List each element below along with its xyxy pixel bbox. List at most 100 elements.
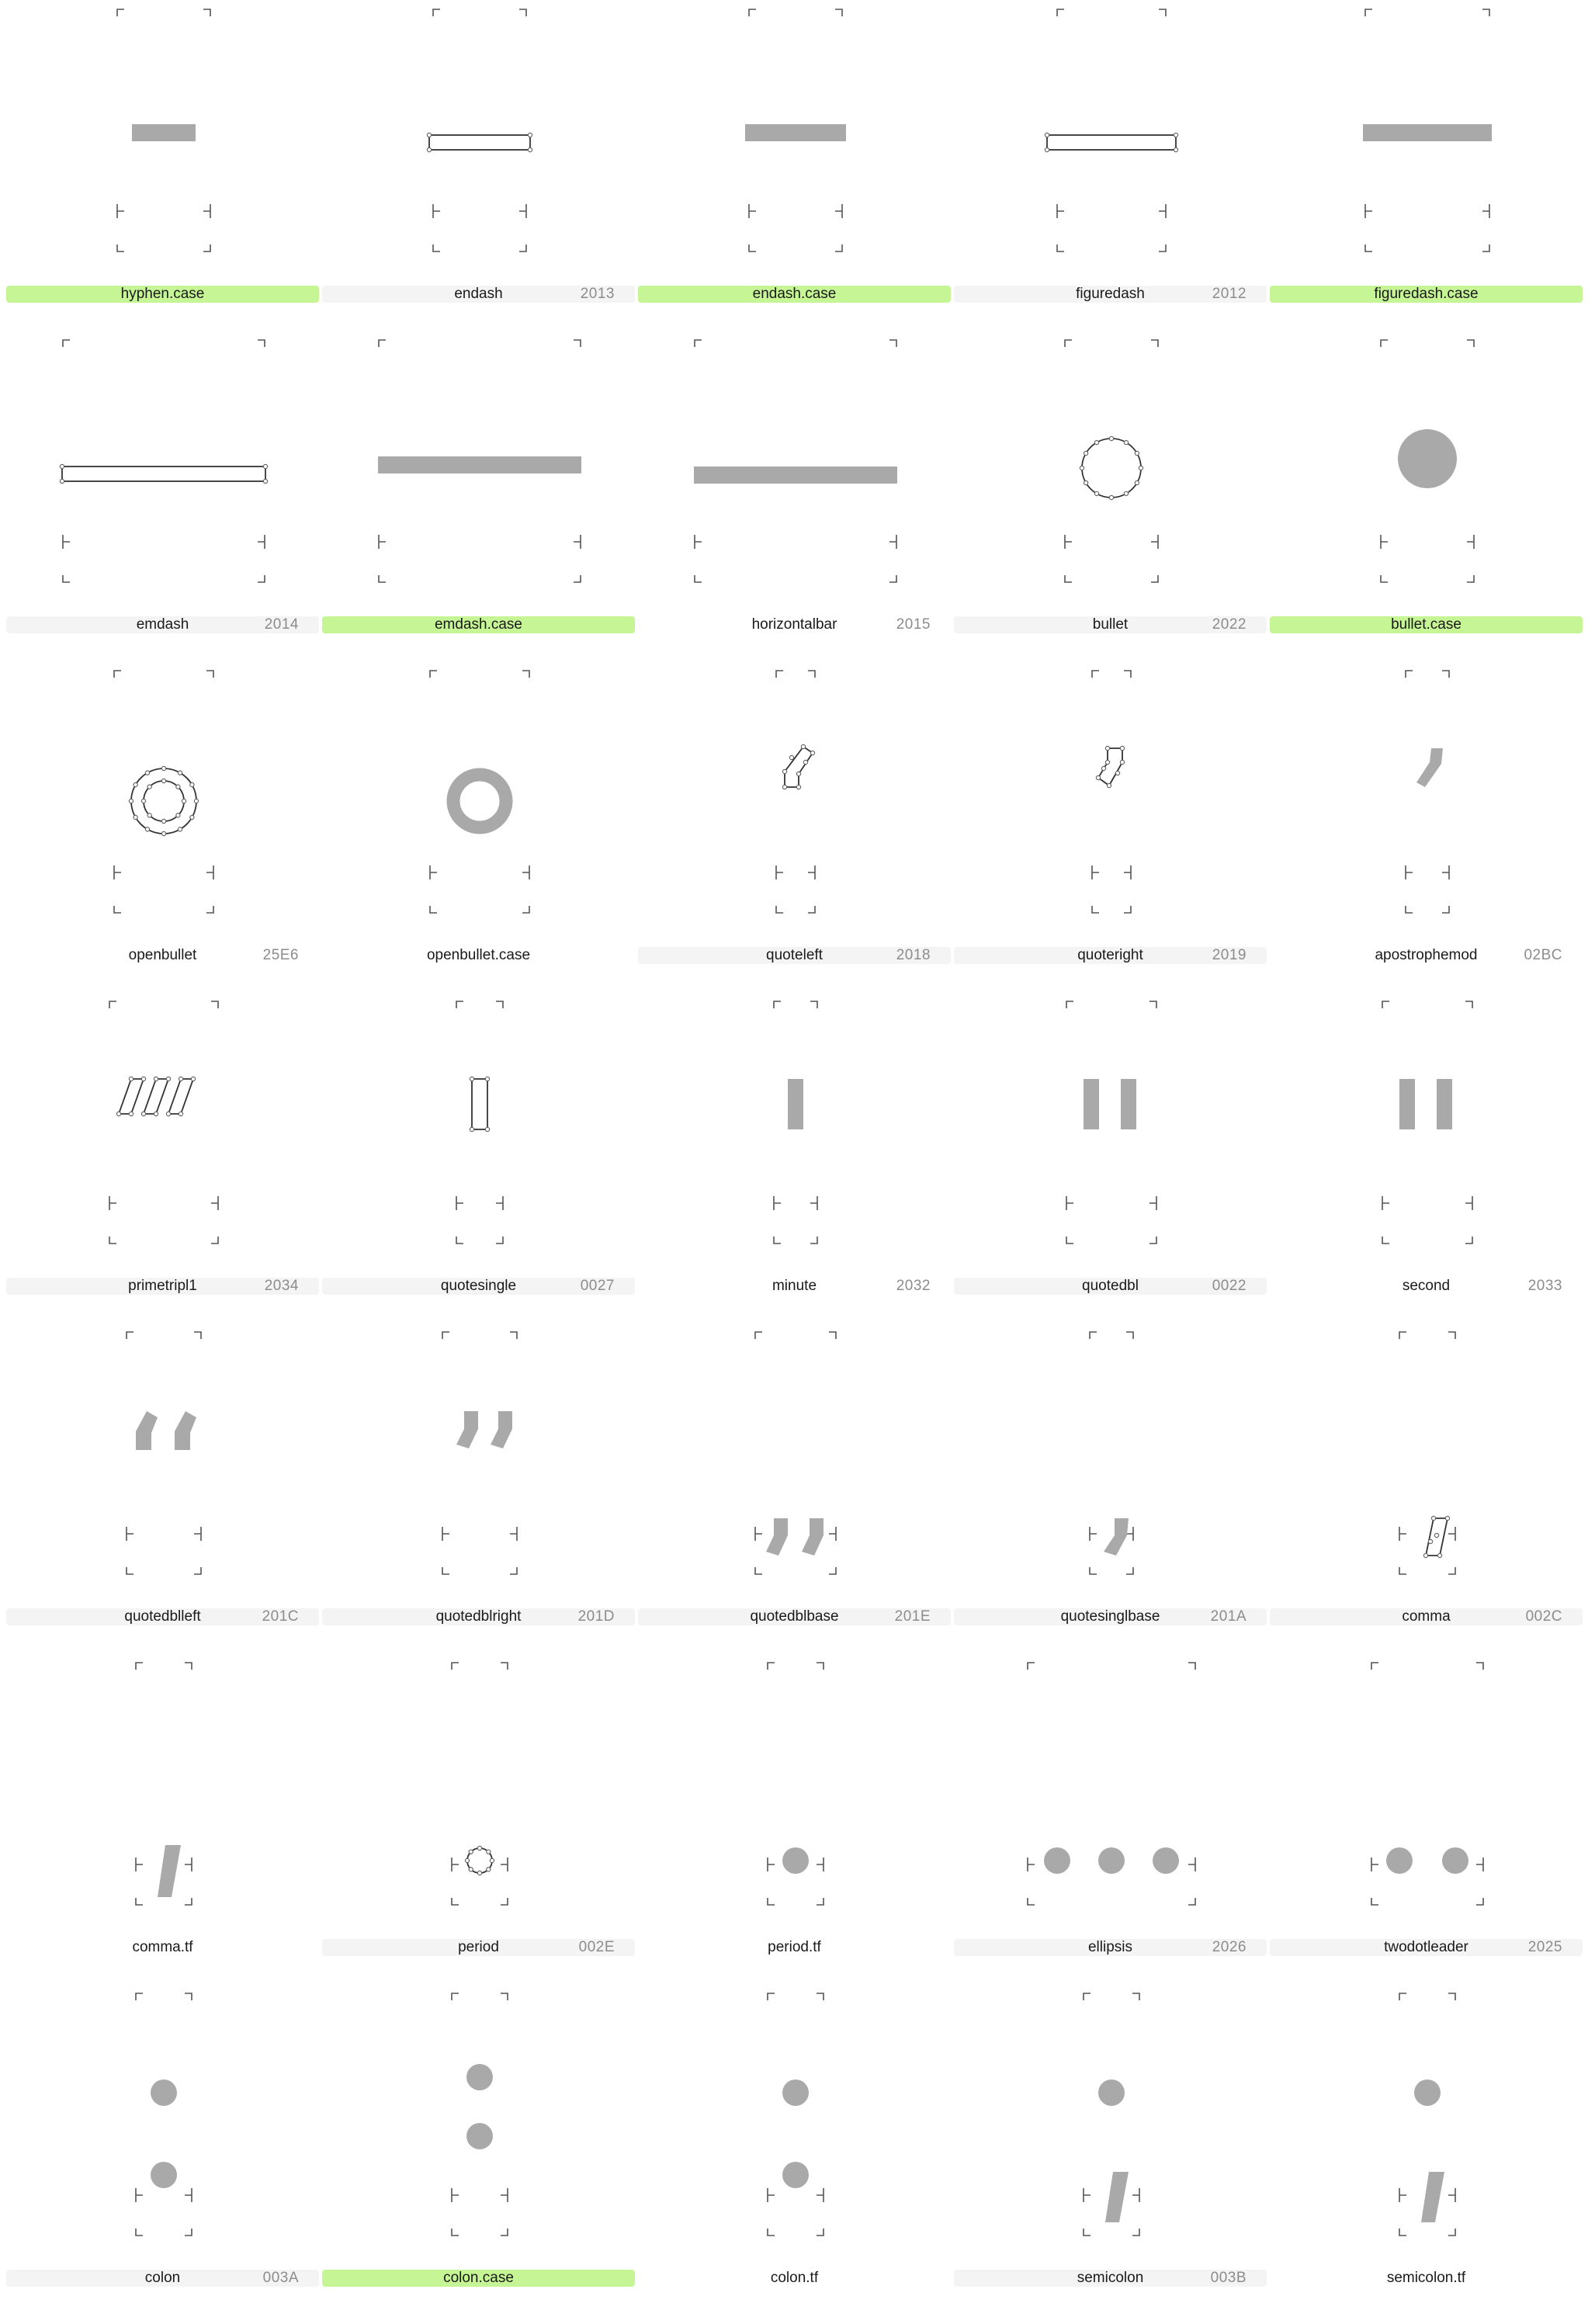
glyph-label-bar[interactable]: semicolon 003B (954, 2270, 1267, 2287)
glyph-label-bar[interactable]: twodotleader 2025 (1270, 1939, 1583, 1956)
glyph-label-bar[interactable]: quotedblleft 201C (6, 1608, 319, 1625)
glyph-label-bar[interactable]: bullet.case (1270, 616, 1583, 633)
glyph-label-bar[interactable]: second 2033 (1270, 1278, 1583, 1295)
glyph-cell[interactable]: apostrophemod 02BC (1270, 670, 1586, 1001)
glyph-label-bar[interactable]: quotesinglbase 201A (954, 1608, 1267, 1625)
glyph-preview[interactable] (6, 1001, 322, 1302)
glyph-preview[interactable] (1270, 1001, 1586, 1302)
glyph-label-bar[interactable]: period 002E (322, 1939, 635, 1956)
glyph-preview[interactable] (954, 1331, 1270, 1633)
glyph-preview[interactable] (954, 1993, 1270, 2295)
glyph-cell[interactable]: quotedblleft 201C (6, 1331, 322, 1663)
glyph-label-bar[interactable]: endash.case (638, 286, 951, 303)
glyph-preview[interactable] (1270, 9, 1586, 310)
glyph-preview[interactable] (1270, 1993, 1586, 2295)
glyph-preview[interactable] (954, 670, 1270, 972)
glyph-preview[interactable] (6, 1662, 322, 1964)
glyph-cell[interactable]: bullet 2022 (954, 339, 1270, 671)
glyph-preview[interactable] (638, 1001, 954, 1302)
glyph-label-bar[interactable]: openbullet.case (322, 947, 635, 964)
glyph-preview[interactable] (322, 1662, 638, 1964)
glyph-label-bar[interactable]: hyphen.case (6, 286, 319, 303)
glyph-cell[interactable]: openbullet.case (322, 670, 638, 1001)
glyph-cell[interactable]: period.tf (638, 1662, 954, 1993)
glyph-cell[interactable]: quoteleft 2018 (638, 670, 954, 1001)
glyph-preview[interactable] (638, 9, 954, 310)
glyph-label-bar[interactable]: primetripl1 2034 (6, 1278, 319, 1295)
glyph-preview[interactable] (6, 9, 322, 310)
glyph-cell[interactable]: openbullet 25E6 (6, 670, 322, 1001)
glyph-preview[interactable] (638, 1331, 954, 1633)
glyph-preview[interactable] (322, 1331, 638, 1633)
glyph-label-bar[interactable]: quotedbl 0022 (954, 1278, 1267, 1295)
glyph-label-bar[interactable]: ellipsis 2026 (954, 1939, 1267, 1956)
glyph-preview[interactable] (322, 1001, 638, 1302)
glyph-cell[interactable]: comma.tf (6, 1662, 322, 1993)
glyph-label-bar[interactable]: quoteleft 2018 (638, 947, 951, 964)
glyph-preview[interactable] (6, 1993, 322, 2295)
glyph-preview[interactable] (1270, 339, 1586, 641)
glyph-preview[interactable] (6, 670, 322, 972)
glyph-label-bar[interactable]: quotesingle 0027 (322, 1278, 635, 1295)
glyph-label-bar[interactable]: minute 2032 (638, 1278, 951, 1295)
glyph-label-bar[interactable]: emdash.case (322, 616, 635, 633)
glyph-preview[interactable] (954, 9, 1270, 310)
glyph-label-bar[interactable]: quotedblbase 201E (638, 1608, 951, 1625)
glyph-preview[interactable] (322, 339, 638, 641)
glyph-cell[interactable]: colon.tf (638, 1993, 954, 2324)
glyph-cell[interactable]: endash 2013 (322, 9, 638, 340)
glyph-cell[interactable]: semicolon 003B (954, 1993, 1270, 2324)
glyph-label-bar[interactable]: semicolon.tf (1270, 2270, 1583, 2287)
glyph-cell[interactable]: quotesinglbase 201A (954, 1331, 1270, 1663)
glyph-preview[interactable] (638, 670, 954, 972)
glyph-cell[interactable]: quotedblright 201D (322, 1331, 638, 1663)
glyph-cell[interactable]: quotedbl 0022 (954, 1001, 1270, 1332)
glyph-preview[interactable] (638, 1993, 954, 2295)
glyph-cell[interactable]: quotedblbase 201E (638, 1331, 954, 1663)
glyph-preview[interactable] (322, 1993, 638, 2295)
glyph-label-bar[interactable]: apostrophemod 02BC (1270, 947, 1583, 964)
glyph-preview[interactable] (1270, 1331, 1586, 1633)
glyph-preview[interactable] (322, 670, 638, 972)
glyph-preview[interactable] (6, 339, 322, 641)
glyph-cell[interactable]: endash.case (638, 9, 954, 340)
glyph-label-bar[interactable]: horizontalbar 2015 (638, 616, 951, 633)
glyph-cell[interactable]: quotesingle 0027 (322, 1001, 638, 1332)
glyph-label-bar[interactable]: comma 002C (1270, 1608, 1583, 1625)
glyph-cell[interactable]: hyphen.case (6, 9, 322, 340)
glyph-cell[interactable]: figuredash.case (1270, 9, 1586, 340)
glyph-preview[interactable] (954, 1001, 1270, 1302)
glyph-cell[interactable]: period 002E (322, 1662, 638, 1993)
glyph-cell[interactable]: colon.case (322, 1993, 638, 2324)
glyph-label-bar[interactable]: figuredash 2012 (954, 286, 1267, 303)
glyph-cell[interactable]: comma 002C (1270, 1331, 1586, 1663)
glyph-cell[interactable]: bullet.case (1270, 339, 1586, 671)
glyph-label-bar[interactable]: colon.tf (638, 2270, 951, 2287)
glyph-preview[interactable] (1270, 1662, 1586, 1964)
glyph-label-bar[interactable]: comma.tf (6, 1939, 319, 1956)
glyph-label-bar[interactable]: figuredash.case (1270, 286, 1583, 303)
glyph-preview[interactable] (6, 1331, 322, 1633)
glyph-preview[interactable] (638, 1662, 954, 1964)
glyph-cell[interactable]: semicolon.tf (1270, 1993, 1586, 2324)
glyph-cell[interactable]: minute 2032 (638, 1001, 954, 1332)
glyph-label-bar[interactable]: endash 2013 (322, 286, 635, 303)
glyph-cell[interactable]: figuredash 2012 (954, 9, 1270, 340)
glyph-preview[interactable] (954, 1662, 1270, 1964)
glyph-preview[interactable] (954, 339, 1270, 641)
glyph-label-bar[interactable]: colon 003A (6, 2270, 319, 2287)
glyph-cell[interactable]: quoteright 2019 (954, 670, 1270, 1001)
glyph-label-bar[interactable]: emdash 2014 (6, 616, 319, 633)
glyph-label-bar[interactable]: quoteright 2019 (954, 947, 1267, 964)
glyph-cell[interactable]: horizontalbar 2015 (638, 339, 954, 671)
glyph-cell[interactable]: emdash 2014 (6, 339, 322, 671)
glyph-cell[interactable]: colon 003A (6, 1993, 322, 2324)
glyph-cell[interactable]: twodotleader 2025 (1270, 1662, 1586, 1993)
glyph-cell[interactable]: second 2033 (1270, 1001, 1586, 1332)
glyph-preview[interactable] (638, 339, 954, 641)
glyph-preview[interactable] (322, 9, 638, 310)
glyph-label-bar[interactable]: colon.case (322, 2270, 635, 2287)
glyph-label-bar[interactable]: period.tf (638, 1939, 951, 1956)
glyph-preview[interactable] (1270, 670, 1586, 972)
glyph-label-bar[interactable]: bullet 2022 (954, 616, 1267, 633)
